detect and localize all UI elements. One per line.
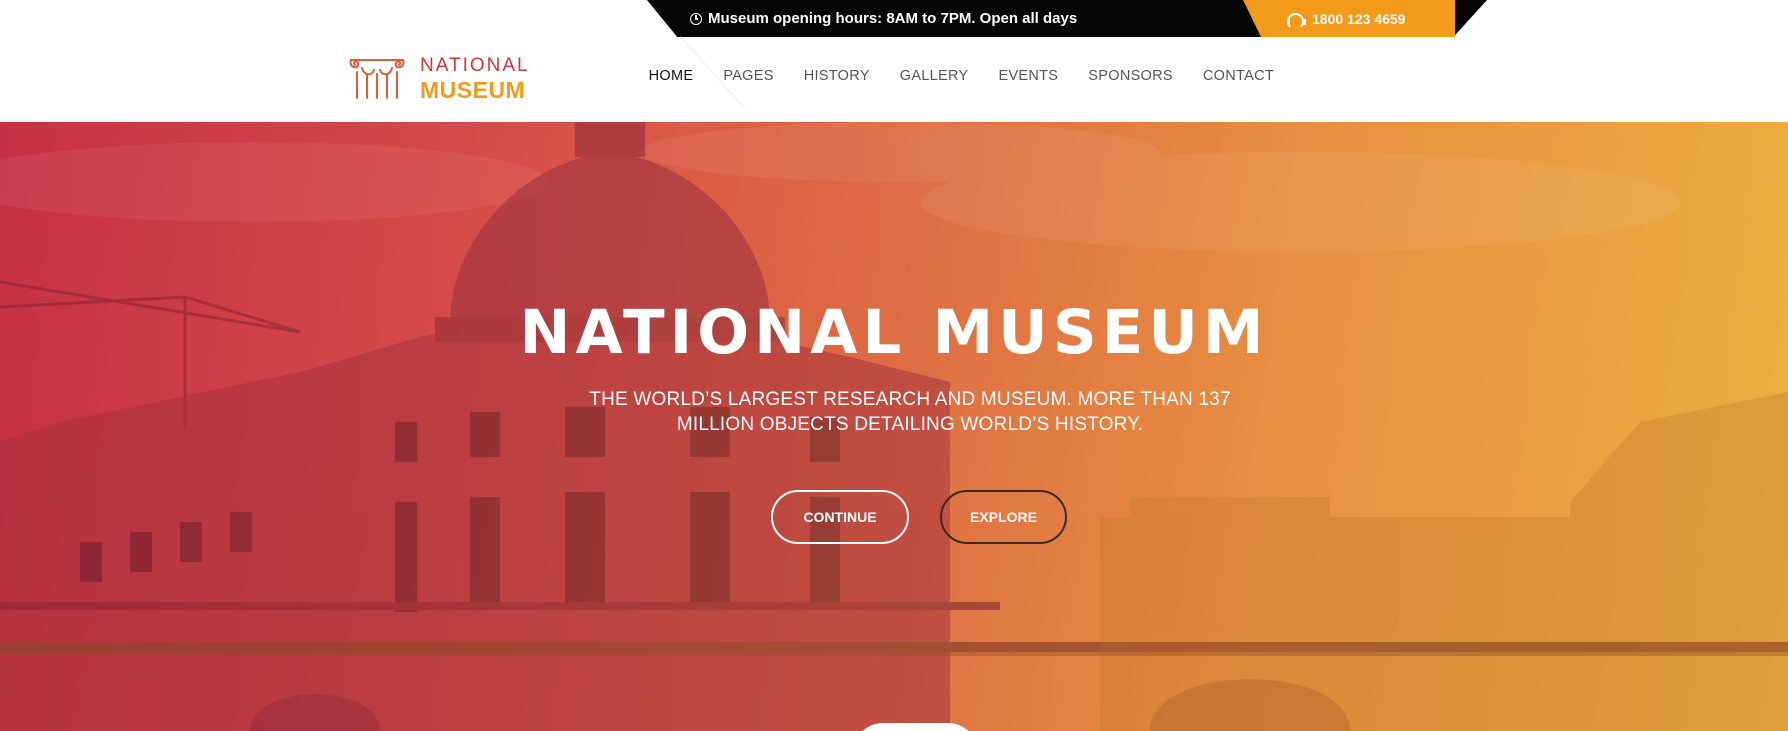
phone-badge[interactable]: 1800 123 4659 [1243, 0, 1455, 37]
museum-pillar-logo-icon [349, 59, 405, 99]
logo-wordmark: NATIONAL MUSEUM [420, 56, 530, 102]
logo-line-1: NATIONAL [420, 55, 530, 76]
hero-title: NATIONAL MUSEUM [519, 297, 1269, 368]
opening-hours-text: Museum opening hours: 8AM to 7PM. Open a… [708, 9, 1078, 27]
logo-line-2: MUSEUM [420, 77, 526, 103]
top-bar: Museum opening hours: 8AM to 7PM. Open a… [0, 0, 1788, 37]
nav-item-sponsors[interactable]: SPONSORS [1088, 68, 1173, 84]
nav-item-home[interactable]: HOME [649, 68, 694, 84]
nav-item-contact[interactable]: CONTACT [1203, 68, 1274, 84]
continue-button[interactable]: CONTINUE [771, 490, 909, 544]
nav-item-gallery[interactable]: GALLERY [900, 68, 969, 84]
site-logo[interactable]: NATIONAL MUSEUM [348, 56, 530, 102]
headset-icon [1287, 12, 1306, 30]
phone-number[interactable]: 1800 123 4659 [1312, 11, 1405, 27]
hero-subtitle: THE WORLD’S LARGEST RESEARCH AND MUSEUM.… [589, 389, 1231, 435]
nav-item-pages[interactable]: PAGES [723, 68, 773, 84]
nav-item-history[interactable]: HISTORY [804, 68, 870, 84]
opening-hours: Museum opening hours: 8AM to 7PM. Open a… [690, 0, 1077, 37]
nav-item-events[interactable]: EVENTS [998, 68, 1058, 84]
hero-section: NATIONAL MUSEUM THE WORLD’S LARGEST RESE… [0, 122, 1788, 731]
explore-button[interactable]: EXPLORE [940, 490, 1067, 544]
clock-icon [690, 12, 702, 25]
main-nav: HOME PAGES HISTORY GALLERY EVENTS SPONSO… [649, 68, 1274, 84]
